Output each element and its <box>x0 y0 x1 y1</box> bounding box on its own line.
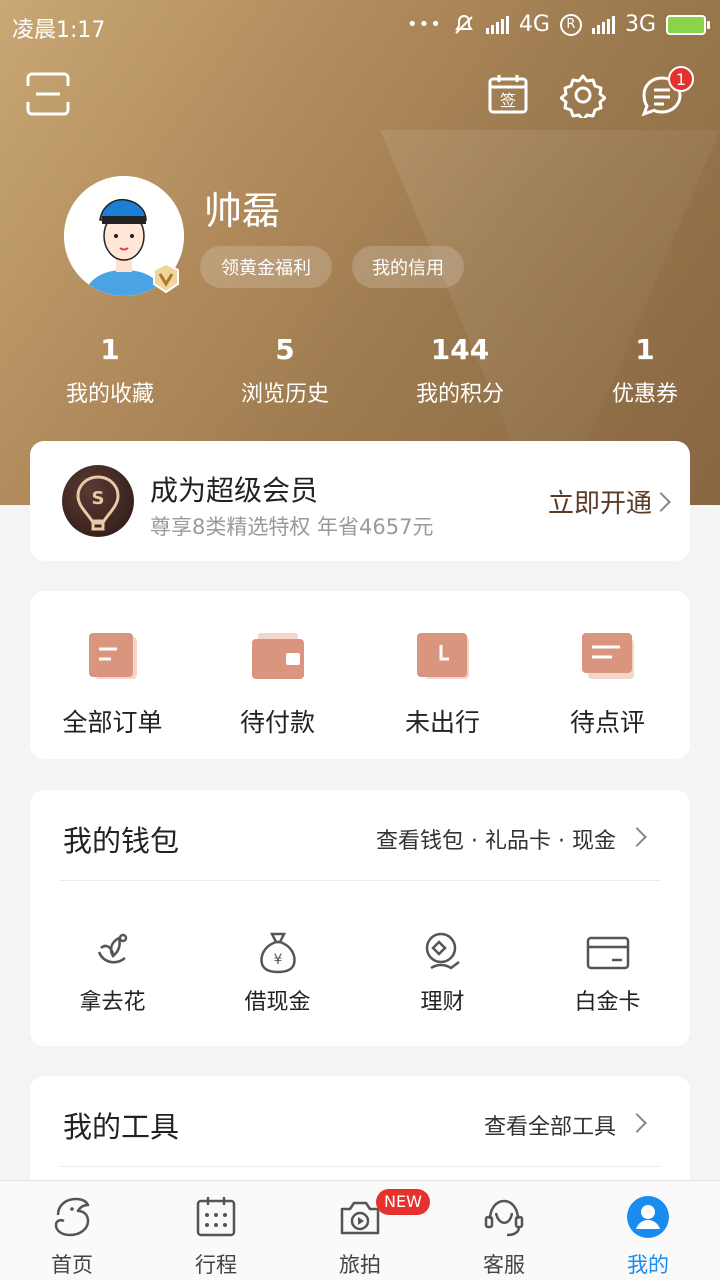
order-pending-payment[interactable]: 待付款 <box>195 591 360 759</box>
open-member-button[interactable]: 立即开通 <box>548 483 652 520</box>
wallet-item-platinum-card[interactable]: 白金卡 <box>525 920 690 1020</box>
tab-label: 首页 <box>51 1253 93 1277</box>
stat-label: 优惠券 <box>611 382 678 407</box>
svg-text:¥: ¥ <box>273 952 282 968</box>
stat-number: 144 <box>430 333 490 366</box>
order-label: 待点评 <box>569 708 645 737</box>
stat-number: 1 <box>100 333 120 366</box>
svg-text:签: 签 <box>500 91 516 110</box>
stat-points[interactable]: 144 我的积分 <box>350 330 570 420</box>
mute-icon <box>455 14 473 34</box>
stat-label: 我的收藏 <box>65 382 154 407</box>
status-time: 凌晨1:17 <box>12 18 106 43</box>
money-bag-icon: ¥ <box>256 930 300 974</box>
new-badge: NEW <box>376 1189 430 1215</box>
username[interactable]: 帅磊 <box>204 180 280 235</box>
svg-text:S: S <box>92 488 105 509</box>
tab-label: 客服 <box>483 1253 525 1277</box>
signal-icon-2 <box>591 15 615 34</box>
checkin-calendar-icon[interactable]: 签 <box>486 72 534 120</box>
signal-icon <box>485 15 509 34</box>
divider <box>60 1166 660 1167</box>
card-icon <box>586 930 630 974</box>
tab-itinerary[interactable]: 行程 <box>144 1181 288 1280</box>
wallet-label: 理财 <box>420 990 465 1015</box>
wallet-title: 我的钱包 <box>63 824 180 858</box>
gold-benefit-pill[interactable]: 领黄金福利 <box>200 246 332 288</box>
balloon-logo-icon: S <box>62 465 134 537</box>
stat-coupons[interactable]: 1 优惠券 <box>570 330 720 420</box>
gear-icon[interactable] <box>559 72 608 122</box>
message-icon[interactable]: 1 <box>640 66 694 122</box>
stat-label: 浏览历史 <box>240 382 329 407</box>
credit-pill[interactable]: 我的信用 <box>352 246 464 288</box>
tools-link[interactable]: 查看全部工具 <box>484 1109 616 1141</box>
status-dots: ••• <box>407 14 442 35</box>
chevron-right-icon <box>627 1113 647 1133</box>
home-dolphin-icon <box>50 1195 94 1239</box>
chevron-right-icon <box>627 827 647 847</box>
stats-row: 1 我的收藏 5 浏览历史 144 我的积分 1 优惠券 <box>0 330 720 420</box>
wallet-label: 借现金 <box>244 990 311 1015</box>
member-subtitle: 尊享8类精选特权 年省4657元 <box>150 515 434 539</box>
service-icon <box>482 1195 526 1239</box>
calendar-icon <box>194 1195 238 1239</box>
super-member-card[interactable]: S 成为超级会员 尊享8类精选特权 年省4657元 立即开通 <box>30 441 690 561</box>
wallet-pay-icon <box>250 631 306 681</box>
flower-icon <box>91 930 135 974</box>
tab-home[interactable]: 首页 <box>0 1181 144 1280</box>
stat-number: 1 <box>635 333 655 366</box>
finance-icon <box>421 930 465 974</box>
status-icons: ••• 4G R 3G <box>407 12 710 37</box>
order-label: 未出行 <box>404 708 480 737</box>
orders-card: 全部订单 待付款 未出行 待点评 <box>30 591 690 759</box>
battery-icon <box>666 14 710 35</box>
wallet-item-finance[interactable]: 理财 <box>360 920 525 1020</box>
all-orders-icon <box>85 631 141 681</box>
tab-customer-service[interactable]: 客服 <box>432 1181 576 1280</box>
member-title: 成为超级会员 <box>150 474 319 507</box>
stat-number: 5 <box>275 333 295 366</box>
tools-title: 我的工具 <box>63 1110 180 1144</box>
wallet-link[interactable]: 查看钱包 · 礼品卡 · 现金 <box>376 823 616 855</box>
wallet-item-naquhua[interactable]: 拿去花 <box>30 920 195 1020</box>
order-to-review[interactable]: 待点评 <box>525 591 690 759</box>
network-label-1: 4G <box>518 12 550 37</box>
tab-travel-photo[interactable]: NEW 旅拍 <box>288 1181 432 1280</box>
wallet-grid: 拿去花 ¥ 借现金 理财 白金卡 <box>30 920 690 1020</box>
stat-favorites[interactable]: 1 我的收藏 <box>0 330 220 420</box>
wallet-card: 我的钱包 查看钱包 · 礼品卡 · 现金 拿去花 ¥ 借现金 理财 白金卡 <box>30 790 690 1046</box>
bottom-tab-bar: 首页 行程 NEW 旅拍 客服 我的 <box>0 1180 720 1280</box>
tab-label: 旅拍 <box>339 1253 381 1277</box>
network-label-2: 3G <box>624 12 656 37</box>
order-label: 待付款 <box>239 708 315 737</box>
tab-label: 我的 <box>627 1253 669 1277</box>
chevron-right-icon <box>651 492 671 512</box>
stat-history[interactable]: 5 浏览历史 <box>220 330 350 420</box>
wallet-label: 拿去花 <box>79 990 146 1015</box>
vip-badge-icon <box>150 262 182 294</box>
wallet-item-borrow-cash[interactable]: ¥ 借现金 <box>195 920 360 1020</box>
order-all[interactable]: 全部订单 <box>30 591 195 759</box>
tab-label: 行程 <box>195 1253 237 1277</box>
message-badge: 1 <box>668 66 694 92</box>
divider <box>60 880 660 881</box>
profile-icon <box>626 1195 670 1239</box>
status-bar: 凌晨1:17 ••• 4G R 3G <box>0 0 720 52</box>
scan-icon[interactable] <box>24 70 72 118</box>
review-icon <box>580 631 636 681</box>
order-not-traveled[interactable]: 未出行 <box>360 591 525 759</box>
wallet-label: 白金卡 <box>574 990 641 1015</box>
order-label: 全部订单 <box>62 708 163 737</box>
roaming-icon: R <box>559 13 582 36</box>
clock-icon <box>415 631 471 681</box>
tab-mine[interactable]: 我的 <box>576 1181 720 1280</box>
stat-label: 我的积分 <box>415 382 504 407</box>
